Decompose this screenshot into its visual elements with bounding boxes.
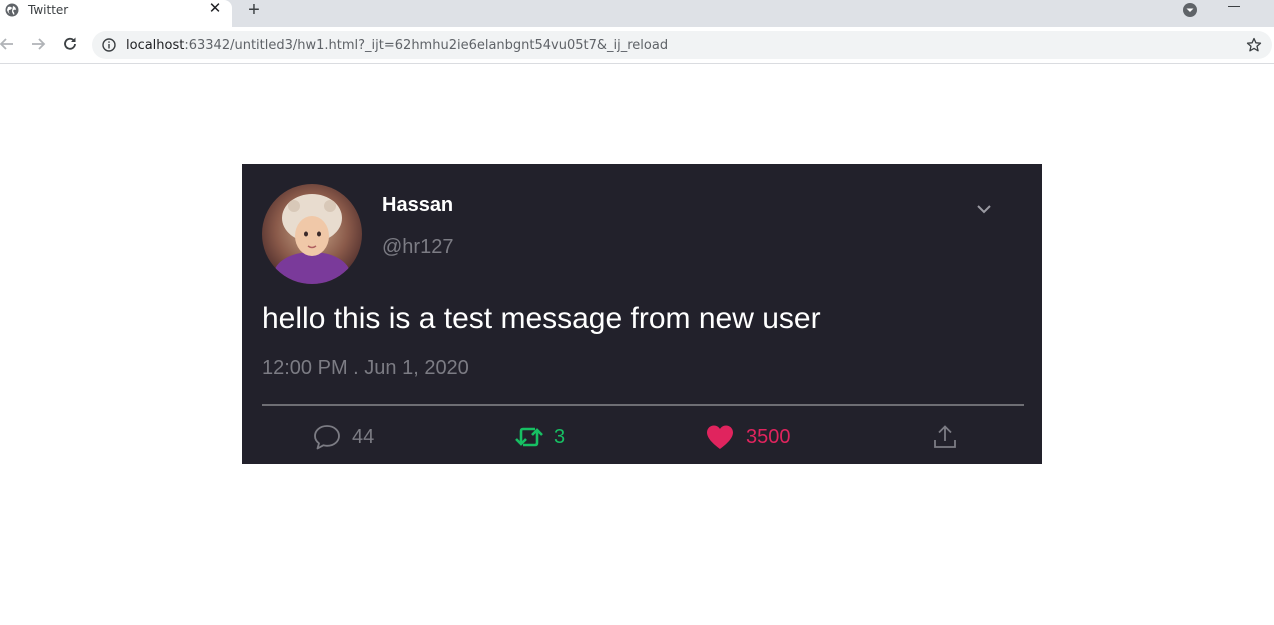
like-button[interactable]: 3500 <box>705 422 815 452</box>
forward-arrow-icon[interactable] <box>29 35 47 53</box>
reload-icon[interactable] <box>61 35 79 53</box>
divider <box>262 404 1024 406</box>
speech-bubble-icon <box>314 425 340 450</box>
chevron-down-icon[interactable] <box>1182 2 1198 18</box>
retweet-button[interactable]: 3 <box>514 422 594 452</box>
retweet-arrows-icon <box>515 427 543 447</box>
retweet-count: 3 <box>554 426 566 448</box>
globe-icon <box>5 3 19 17</box>
share-button[interactable] <box>932 422 958 452</box>
avatar[interactable] <box>262 184 362 284</box>
back-arrow-icon[interactable] <box>0 35 16 53</box>
tab-title: Twitter <box>28 3 69 17</box>
heart-icon <box>707 425 733 449</box>
new-tab-button[interactable]: + <box>244 0 264 20</box>
user-handle[interactable]: @hr127 <box>382 236 453 259</box>
chevron-down-icon[interactable] <box>975 201 993 217</box>
address-bar[interactable]: localhost:63342/untitled3/hw1.html?_ijt=… <box>92 31 1272 59</box>
minimize-button[interactable] <box>1228 6 1240 7</box>
tweet-text: hello this is a test message from new us… <box>262 302 821 335</box>
display-name[interactable]: Hassan <box>382 194 453 217</box>
url-text[interactable]: localhost:63342/untitled3/hw1.html?_ijt=… <box>126 38 668 53</box>
bookmark-star-icon[interactable] <box>1246 37 1262 53</box>
tweet-timestamp[interactable]: 12:00 PM . Jun 1, 2020 <box>262 357 469 380</box>
like-count: 3500 <box>746 426 791 448</box>
browser-tab-strip: Twitter ✕ + <box>0 0 1274 27</box>
avatar-image <box>262 184 362 284</box>
reply-count: 44 <box>352 426 375 448</box>
upload-arrow-icon <box>934 425 956 448</box>
close-tab-button[interactable]: ✕ <box>208 1 222 16</box>
info-icon[interactable] <box>102 38 116 52</box>
browser-tab[interactable]: Twitter ✕ <box>0 0 232 27</box>
url-path: :63342/untitled3/hw1.html?_ijt=62hmhu2ie… <box>184 38 669 53</box>
url-host: localhost <box>126 38 185 53</box>
browser-toolbar: localhost:63342/untitled3/hw1.html?_ijt=… <box>0 27 1274 64</box>
reply-button[interactable]: 44 <box>312 422 402 452</box>
tweet-card: Hassan @hr127 hello this is a test messa… <box>242 164 1042 464</box>
